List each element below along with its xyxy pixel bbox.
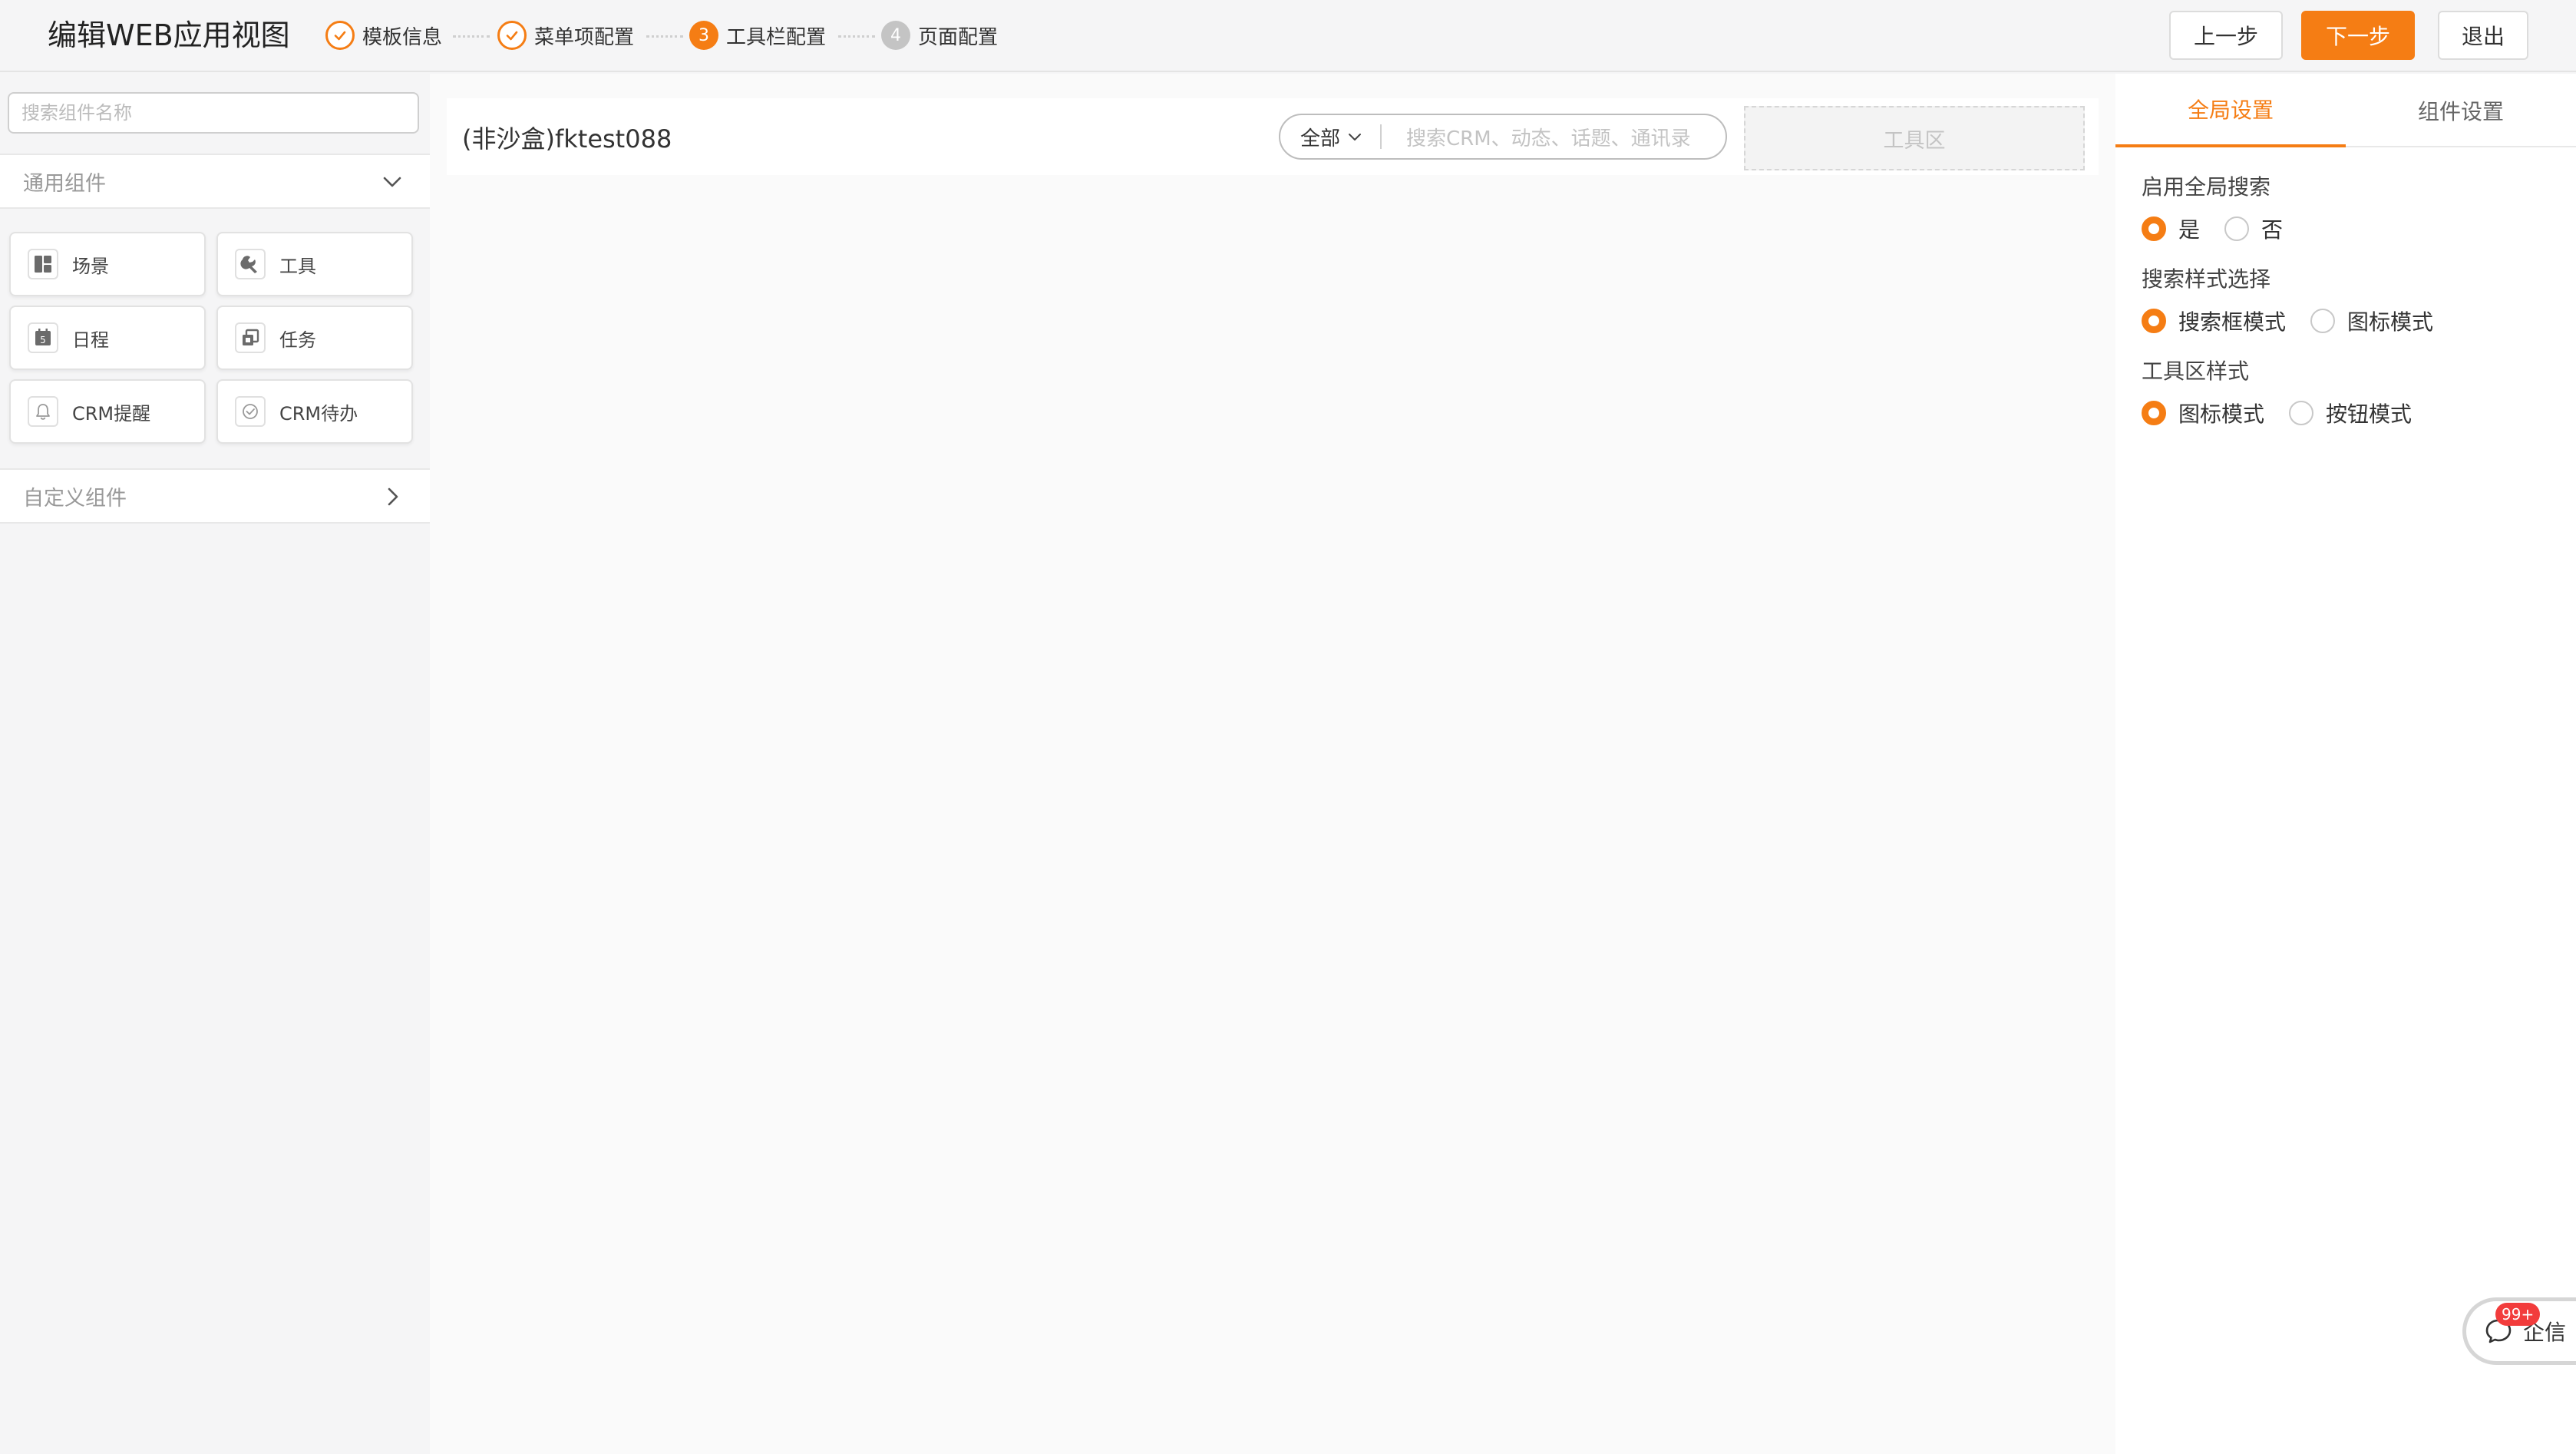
qixin-chat-widget[interactable]: 企信 99+ <box>2462 1297 2576 1365</box>
component-label: 工具 <box>279 255 316 277</box>
field-search-style: 搜索样式选择 <box>2142 266 2271 292</box>
radio-icon-mode[interactable]: 图标模式 <box>2310 306 2433 336</box>
tab-global-settings[interactable]: 全局设置 <box>2115 74 2346 147</box>
section-title: 通用组件 <box>23 171 106 196</box>
component-search-input[interactable] <box>9 94 418 132</box>
preview-canvas: (非沙盒)fktest088 全部 搜索CRM、动态、话题、通讯录 工具区 <box>430 74 2115 1454</box>
component-panel: 通用组件 场景 工具 5 日程 任务 <box>0 74 430 1454</box>
step-menu-config[interactable]: 菜单项配置 <box>497 20 634 51</box>
toolbar-name: (非沙盒)fktest088 <box>462 124 672 154</box>
radio-dot[interactable] <box>2310 309 2336 333</box>
field-enable-global-search: 启用全局搜索 <box>2142 174 2271 200</box>
step-label: 菜单项配置 <box>534 25 635 49</box>
component-search[interactable] <box>8 92 419 134</box>
step-template-info[interactable]: 模板信息 <box>325 20 442 51</box>
component-crm-todo[interactable]: CRM待办 <box>216 379 413 444</box>
component-label: 日程 <box>72 329 109 351</box>
chevron-down-icon[interactable] <box>1346 128 1363 145</box>
check-icon <box>325 21 355 50</box>
svg-text:5: 5 <box>40 335 46 345</box>
calendar-icon: 5 <box>28 322 58 353</box>
layout-icon <box>28 249 58 279</box>
component-schedule[interactable]: 5 日程 <box>9 306 206 370</box>
divider <box>1380 124 1382 149</box>
tools-area-dropzone[interactable]: 工具区 <box>1744 106 2085 170</box>
section-title: 自定义组件 <box>23 486 127 511</box>
top-header: 编辑WEB应用视图 模板信息 菜单项配置 3 工具栏配置 4 页面配置 上一步 … <box>0 0 2576 72</box>
page-title: 编辑WEB应用视图 <box>48 18 290 52</box>
step-number: 3 <box>689 21 718 50</box>
radio-label: 图标模式 <box>2178 402 2265 427</box>
step-connector <box>453 35 490 38</box>
step-label: 页面配置 <box>918 25 999 49</box>
settings-panel: 全局设置 组件设置 启用全局搜索 是 否 搜索样式选择 搜索框模式 图标模式 工… <box>2115 74 2576 1454</box>
radio-search-box-mode[interactable]: 搜索框模式 <box>2142 306 2286 336</box>
component-label: 任务 <box>279 329 316 351</box>
step-number: 4 <box>881 21 910 50</box>
component-scene[interactable]: 场景 <box>9 232 206 296</box>
radio-group-search-style: 搜索框模式 图标模式 <box>2142 306 2458 336</box>
next-step-button[interactable]: 下一步 <box>2301 11 2415 60</box>
radio-label: 按钮模式 <box>2326 402 2413 427</box>
step-connector <box>646 35 683 38</box>
check-circle-icon <box>235 396 266 427</box>
custom-components-header[interactable]: 自定义组件 <box>0 468 430 524</box>
radio-label: 是 <box>2178 217 2201 243</box>
component-task[interactable]: 任务 <box>216 306 413 370</box>
radio-dot[interactable] <box>2224 216 2250 241</box>
component-crm-reminder[interactable]: CRM提醒 <box>9 379 206 444</box>
radio-label: 搜索框模式 <box>2178 309 2287 335</box>
radio-dot[interactable] <box>2289 401 2314 425</box>
radio-tools-button-mode[interactable]: 按钮模式 <box>2289 398 2412 428</box>
exit-button[interactable]: 退出 <box>2438 11 2528 60</box>
component-label: CRM提醒 <box>72 402 151 425</box>
radio-group-global-search: 是 否 <box>2142 213 2307 244</box>
radio-group-tools-style: 图标模式 按钮模式 <box>2142 398 2436 428</box>
radio-dot[interactable] <box>2142 309 2166 333</box>
component-label: CRM待办 <box>279 402 358 425</box>
common-components-header[interactable]: 通用组件 <box>0 154 430 209</box>
settings-tabs: 全局设置 组件设置 <box>2115 74 2576 147</box>
radio-yes[interactable]: 是 <box>2142 213 2200 244</box>
unread-badge: 99+ <box>2495 1303 2541 1326</box>
field-tools-style: 工具区样式 <box>2142 359 2250 384</box>
radio-label: 图标模式 <box>2347 309 2434 335</box>
search-scope-select[interactable]: 全部 <box>1300 123 1340 151</box>
radio-label: 否 <box>2261 217 2284 243</box>
radio-no[interactable]: 否 <box>2224 213 2283 244</box>
tab-component-settings[interactable]: 组件设置 <box>2346 74 2576 147</box>
step-toolbar-config[interactable]: 3 工具栏配置 <box>689 20 826 51</box>
step-page-config[interactable]: 4 页面配置 <box>881 20 998 51</box>
component-label: 场景 <box>72 255 109 277</box>
step-label: 模板信息 <box>362 25 443 49</box>
search-placeholder[interactable]: 搜索CRM、动态、话题、通讯录 <box>1406 123 1691 151</box>
step-connector <box>838 35 875 38</box>
radio-tools-icon-mode[interactable]: 图标模式 <box>2142 398 2264 428</box>
component-tool[interactable]: 工具 <box>216 232 413 296</box>
bell-icon <box>28 396 58 427</box>
step-label: 工具栏配置 <box>726 25 827 49</box>
radio-dot[interactable] <box>2142 216 2166 241</box>
task-icon <box>235 322 266 353</box>
prev-step-button[interactable]: 上一步 <box>2169 11 2283 60</box>
chevron-right-icon[interactable] <box>381 485 404 508</box>
chevron-down-icon[interactable] <box>381 170 404 193</box>
wrench-icon <box>235 249 266 279</box>
check-icon <box>497 21 527 50</box>
toolbar-preview[interactable]: (非沙盒)fktest088 全部 搜索CRM、动态、话题、通讯录 工具区 <box>447 98 2099 175</box>
radio-dot[interactable] <box>2142 401 2166 425</box>
global-search-box[interactable]: 全部 搜索CRM、动态、话题、通讯录 <box>1279 114 1727 160</box>
